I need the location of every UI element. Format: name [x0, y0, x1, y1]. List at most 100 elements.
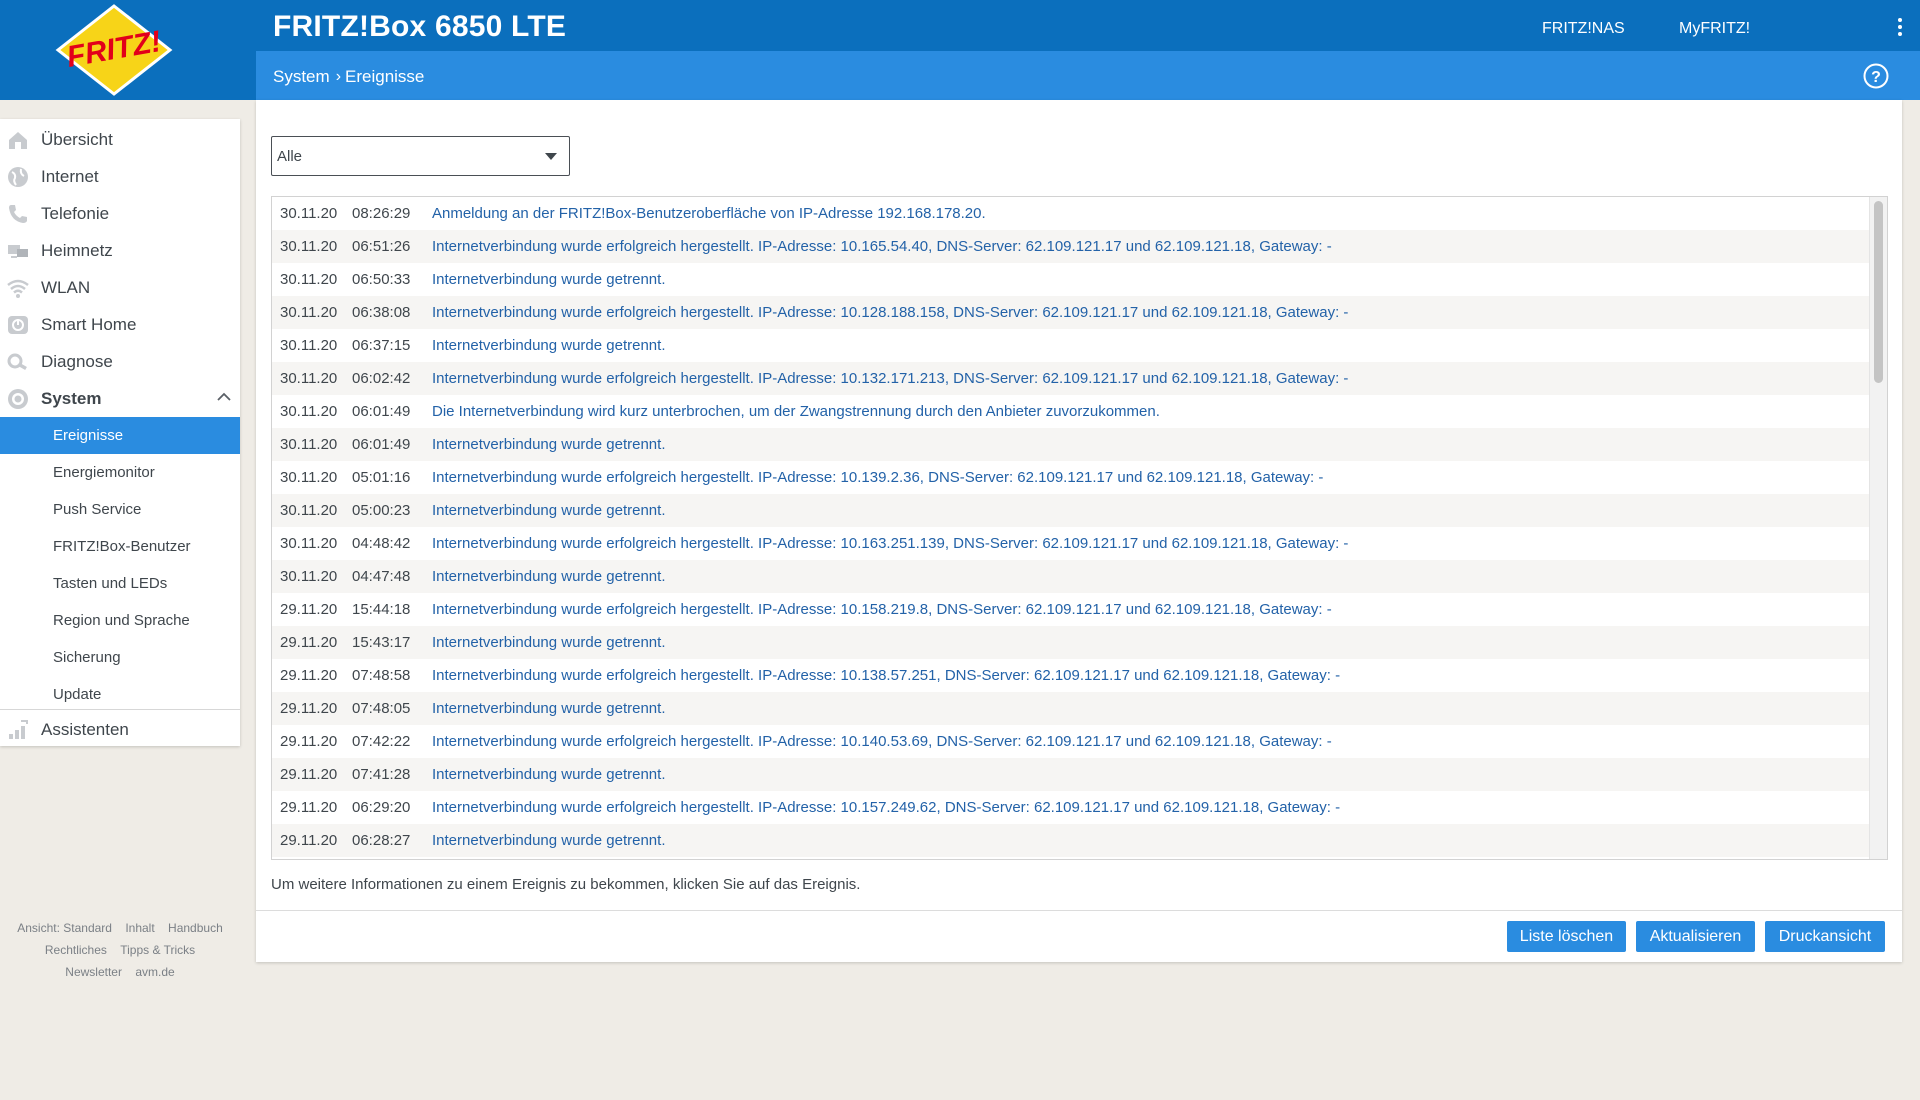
table-row[interactable]: 30.11.20 06:51:26 Internetverbindung wurde…	[272, 230, 1869, 263]
hint-text: Um weitere Informationen zu einem Ereign…	[271, 876, 861, 893]
sidebar-subitem-update[interactable]: Update	[0, 676, 240, 713]
event-message: Internetverbindung wurde getrennt.	[432, 568, 666, 585]
event-date: 30.11.20	[280, 370, 338, 387]
sidebar-subitem-tasten-leds[interactable]: Tasten und LEDs	[0, 565, 240, 602]
app-title: FRITZ!Box 6850 LTE	[273, 10, 567, 43]
table-row[interactable]: 29.11.20 07:48:05 Internetverbindung wurde…	[272, 692, 1869, 725]
event-message: Die Internetverbindung wird kurz unterbr…	[432, 403, 1160, 420]
event-message: Internetverbindung wurde erfolgreich her…	[432, 469, 1324, 486]
event-time: 06:01:49	[352, 403, 411, 420]
clear-list-button[interactable]: Liste löschen	[1507, 921, 1626, 952]
sidebar-subitem-sicherung[interactable]: Sicherung	[0, 639, 240, 676]
smart-home-icon	[8, 316, 28, 334]
svg-text:?: ?	[1871, 69, 1881, 86]
table-row[interactable]: 30.11.20 04:47:48 Internetverbindung wurde…	[272, 560, 1869, 593]
scrollbar-thumb[interactable]	[1874, 201, 1883, 383]
event-message: Internetverbindung wurde getrennt.	[432, 337, 666, 354]
event-date: 29.11.20	[280, 799, 338, 816]
sidebar-item-label: Assistenten	[41, 719, 129, 739]
breadcrumb: System › Ereignisse	[273, 67, 424, 87]
event-time: 06:50:33	[352, 271, 411, 288]
print-view-button[interactable]: Druckansicht	[1765, 921, 1885, 952]
event-filter-value: Alle	[277, 148, 303, 165]
chevron-up-icon[interactable]	[217, 392, 231, 402]
table-row[interactable]: 29.11.20 07:42:22 Internetverbindung wurde…	[272, 725, 1869, 758]
sidebar-subitem-label: Sicherung	[53, 649, 121, 666]
event-message: Internetverbindung wurde erfolgreich her…	[432, 601, 1332, 618]
event-date: 30.11.20	[280, 238, 338, 255]
sidebar-subitem-ereignisse[interactable]: Ereignisse	[0, 417, 240, 454]
event-message: Internetverbindung wurde erfolgreich her…	[432, 733, 1332, 750]
table-row[interactable]: 30.11.20 04:48:42 Internetverbindung wurde…	[272, 527, 1869, 560]
footer-link-rechtliches[interactable]: Rechtliches	[45, 943, 107, 957]
breadcrumb-system[interactable]: System	[273, 67, 330, 87]
event-message: Internetverbindung wurde erfolgreich her…	[432, 535, 1349, 552]
event-message: Internetverbindung wurde erfolgreich her…	[432, 799, 1341, 816]
footer-link-newsletter[interactable]: Newsletter	[65, 965, 122, 979]
event-log[interactable]: 30.11.20 08:26:29 Anmeldung an der FRITZ!B…	[271, 196, 1888, 860]
footer-links: Ansicht: Standard Inhalt Handbuch Rechtl…	[0, 917, 240, 983]
dropdown-caret-icon	[545, 153, 557, 160]
sidebar-subitem-label: Update	[53, 686, 102, 703]
panel-footer-divider	[256, 910, 1902, 911]
event-filter-select[interactable]: Alle	[271, 136, 570, 176]
event-time: 05:00:23	[352, 502, 411, 519]
table-row[interactable]: 30.11.20 06:50:33 Internetverbindung wurde…	[272, 263, 1869, 296]
footer-link-ansicht[interactable]: Ansicht: Standard	[17, 921, 112, 935]
table-row[interactable]: 30.11.20 06:02:42 Internetverbindung wurde…	[272, 362, 1869, 395]
table-row[interactable]: 29.11.20 15:43:17 Internetverbindung wurde…	[272, 626, 1869, 659]
table-row[interactable]: 30.11.20 08:26:29 Anmeldung an der FRITZ!B…	[272, 197, 1869, 230]
footer-link-handbuch[interactable]: Handbuch	[168, 921, 223, 935]
sidebar-subitem-push-service[interactable]: Push Service	[0, 491, 240, 528]
sidebar-item-label: System	[41, 388, 102, 408]
sidebar-subitem-energiemonitor[interactable]: Energiemonitor	[0, 454, 240, 491]
fritznas-link[interactable]: FRITZ!NAS	[1542, 20, 1625, 38]
sidebar-item-uebersicht[interactable]: Übersicht	[0, 121, 240, 158]
sidebar-item-internet[interactable]: Internet	[0, 158, 240, 195]
sidebar-item-wlan[interactable]: WLAN	[0, 269, 240, 306]
event-time: 15:44:18	[352, 601, 411, 618]
sidebar-item-heimnetz[interactable]: Heimnetz	[0, 232, 240, 269]
event-log-scrollbar[interactable]	[1869, 197, 1887, 859]
help-icon[interactable]: ?	[1863, 63, 1889, 89]
event-date: 29.11.20	[280, 634, 338, 651]
more-menu-icon[interactable]	[1894, 18, 1906, 40]
sidebar-item-diagnose[interactable]: Diagnose	[0, 343, 240, 380]
sidebar-subitem-label: Ereignisse	[53, 427, 124, 444]
sidebar-item-label: Diagnose	[41, 351, 113, 371]
logo-area: FRITZ!	[0, 0, 256, 100]
table-row[interactable]: 29.11.20 15:44:18 Internetverbindung wurde…	[272, 593, 1869, 626]
table-row[interactable]: 30.11.20 05:00:23 Internetverbindung wurde…	[272, 494, 1869, 527]
sidebar-subitem-fritzbox-benutzer[interactable]: FRITZ!Box-Benutzer	[0, 528, 240, 565]
main-panel: Alle 30.11.20 08:26:29 Anmeldung an der FR…	[256, 100, 1902, 962]
sidebar-item-assistenten[interactable]: Assistenten	[0, 711, 240, 748]
event-time: 06:38:08	[352, 304, 411, 321]
sidebar-subitem-region-sprache[interactable]: Region und Sprache	[0, 602, 240, 639]
myfritz-link[interactable]: MyFRITZ!	[1679, 20, 1750, 38]
table-row[interactable]: 29.11.20 06:29:20 Internetverbindung wurde…	[272, 791, 1869, 824]
table-row[interactable]: 30.11.20 06:37:15 Internetverbindung wurde…	[272, 329, 1869, 362]
event-date: 29.11.20	[280, 667, 338, 684]
table-row[interactable]: 29.11.20 07:48:58 Internetverbindung wurde…	[272, 659, 1869, 692]
table-row[interactable]: 30.11.20 06:01:49 Die Internetverbindung w…	[272, 395, 1869, 428]
table-row[interactable]: 30.11.20 06:01:49 Internetverbindung wurde…	[272, 428, 1869, 461]
sidebar-subitem-label: FRITZ!Box-Benutzer	[53, 538, 191, 555]
event-time: 06:51:26	[352, 238, 411, 255]
network-icon	[8, 245, 28, 258]
event-time: 06:28:27	[352, 832, 411, 849]
sidebar-item-smart-home[interactable]: Smart Home	[0, 306, 240, 343]
table-row[interactable]: 30.11.20 06:38:08 Internetverbindung wurde…	[272, 296, 1869, 329]
table-row[interactable]: 29.11.20 06:28:27 Internetverbindung wurde…	[272, 824, 1869, 857]
footer-link-tipps[interactable]: Tipps & Tricks	[120, 943, 195, 957]
event-time: 15:43:17	[352, 634, 411, 651]
table-row[interactable]: 30.11.20 05:01:16 Internetverbindung wurde…	[272, 461, 1869, 494]
event-time: 06:29:20	[352, 799, 411, 816]
footer-link-avm[interactable]: avm.de	[135, 965, 174, 979]
event-message: Internetverbindung wurde erfolgreich her…	[432, 667, 1341, 684]
fritz-logo[interactable]: FRITZ!	[54, 4, 174, 96]
table-row[interactable]: 29.11.20 07:41:28 Internetverbindung wurde…	[272, 758, 1869, 791]
sidebar-item-telefonie[interactable]: Telefonie	[0, 195, 240, 232]
sidebar-item-system[interactable]: System	[0, 380, 240, 417]
footer-link-inhalt[interactable]: Inhalt	[125, 921, 154, 935]
refresh-button[interactable]: Aktualisieren	[1636, 921, 1755, 952]
